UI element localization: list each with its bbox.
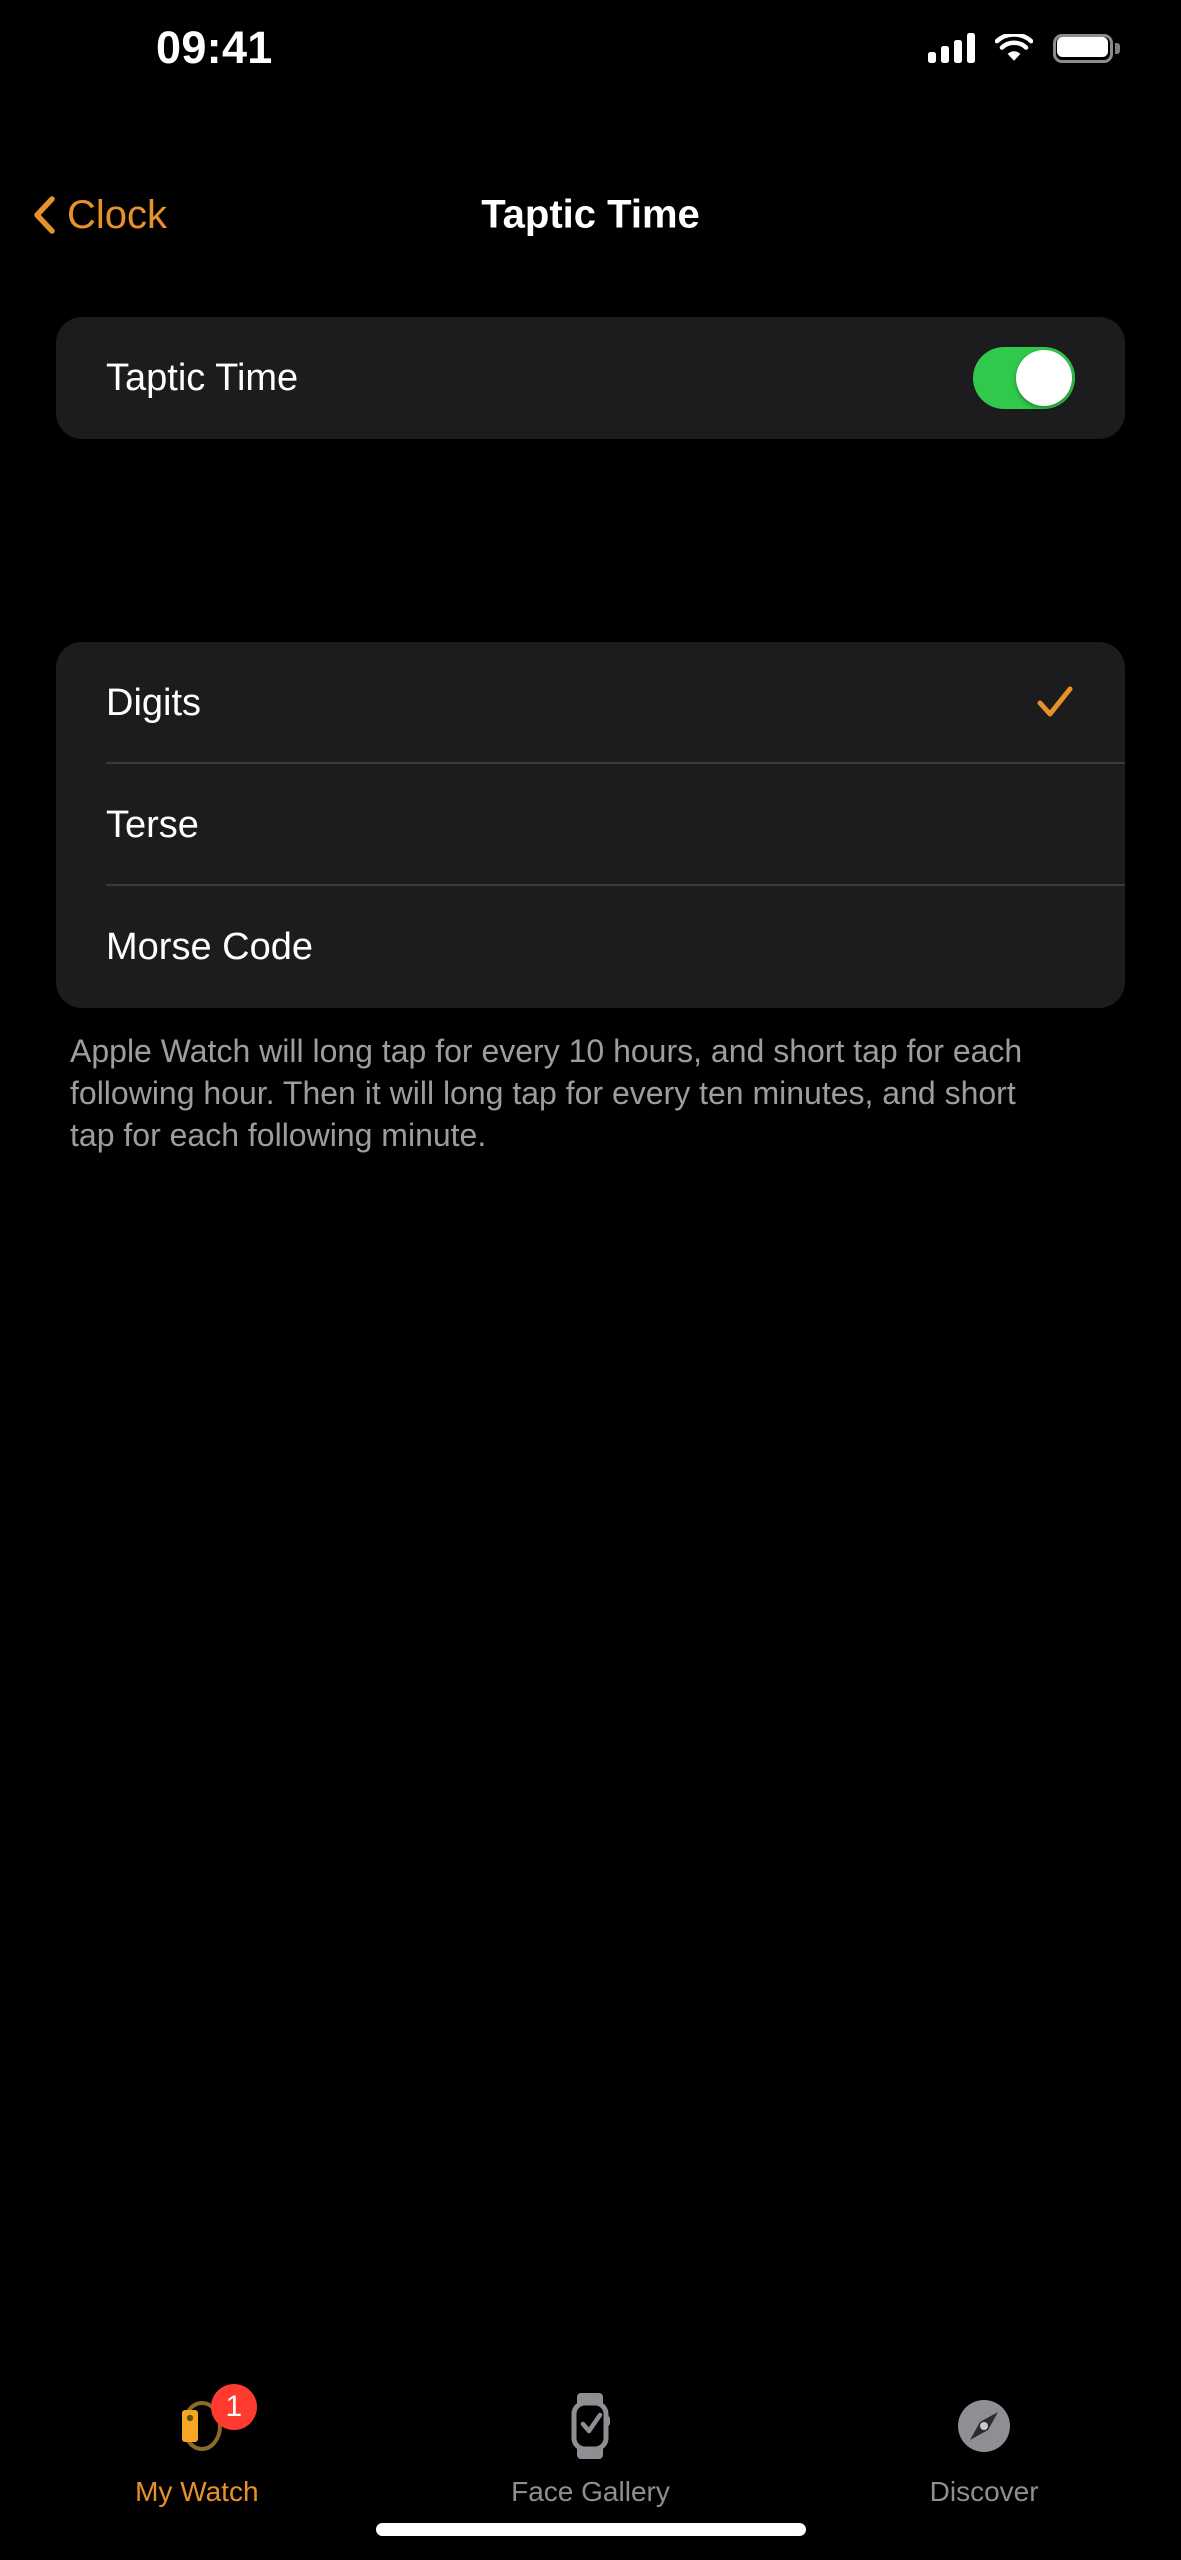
status-bar-indicators [928, 33, 1120, 63]
status-bar-clock: 09:41 [156, 22, 273, 73]
navigation-bar: Clock Taptic Time [0, 170, 1181, 260]
cellular-signal-icon [928, 33, 975, 63]
watch-face-icon [571, 2393, 611, 2459]
taptic-time-toggle-row[interactable]: Taptic Time [56, 317, 1125, 439]
phone-screen: 09:41 Clock Taptic Time Taptic Time Digi… [0, 0, 1181, 2560]
option-label-morse-code: Morse Code [106, 925, 313, 968]
wifi-icon [995, 34, 1033, 62]
my-watch-badge: 1 [210, 2384, 257, 2430]
page-title: Taptic Time [481, 192, 700, 237]
tab-label-discover: Discover [929, 2476, 1039, 2507]
compass-icon [958, 2400, 1011, 2452]
taptic-time-toggle-card: Taptic Time [56, 317, 1125, 439]
tab-face-gallery[interactable]: Face Gallery [394, 2388, 788, 2508]
watch-face-icon-wrap [552, 2388, 628, 2464]
taptic-time-toggle-label: Taptic Time [106, 356, 299, 399]
tab-discover[interactable]: Discover [787, 2388, 1181, 2508]
option-row-digits[interactable]: Digits [56, 642, 1125, 764]
footer-description: Apple Watch will long tap for every 10 h… [70, 1033, 1023, 1154]
option-label-digits: Digits [106, 681, 202, 724]
battery-full-icon [1053, 33, 1120, 63]
home-indicator[interactable] [375, 2523, 806, 2536]
option-label-terse: Terse [106, 803, 199, 846]
switch-knob [1016, 350, 1072, 406]
settings-content: Taptic Time Digits Terse Morse Code Appl… [0, 300, 1181, 1157]
checkmark-icon [1035, 683, 1075, 723]
status-bar: 09:41 [0, 0, 1181, 110]
tab-my-watch[interactable]: 1 My Watch [0, 2384, 394, 2508]
compass-icon-wrap [946, 2388, 1022, 2464]
taptic-mode-options-card: Digits Terse Morse Code [56, 642, 1125, 1008]
tab-label-my-watch: My Watch [135, 2476, 259, 2507]
option-row-terse[interactable]: Terse [56, 764, 1125, 886]
option-row-morse-code[interactable]: Morse Code [56, 886, 1125, 1008]
tab-label-face-gallery: Face Gallery [511, 2476, 670, 2507]
taptic-time-switch[interactable] [973, 347, 1075, 409]
watch-side-icon-wrap: 1 [159, 2384, 257, 2464]
